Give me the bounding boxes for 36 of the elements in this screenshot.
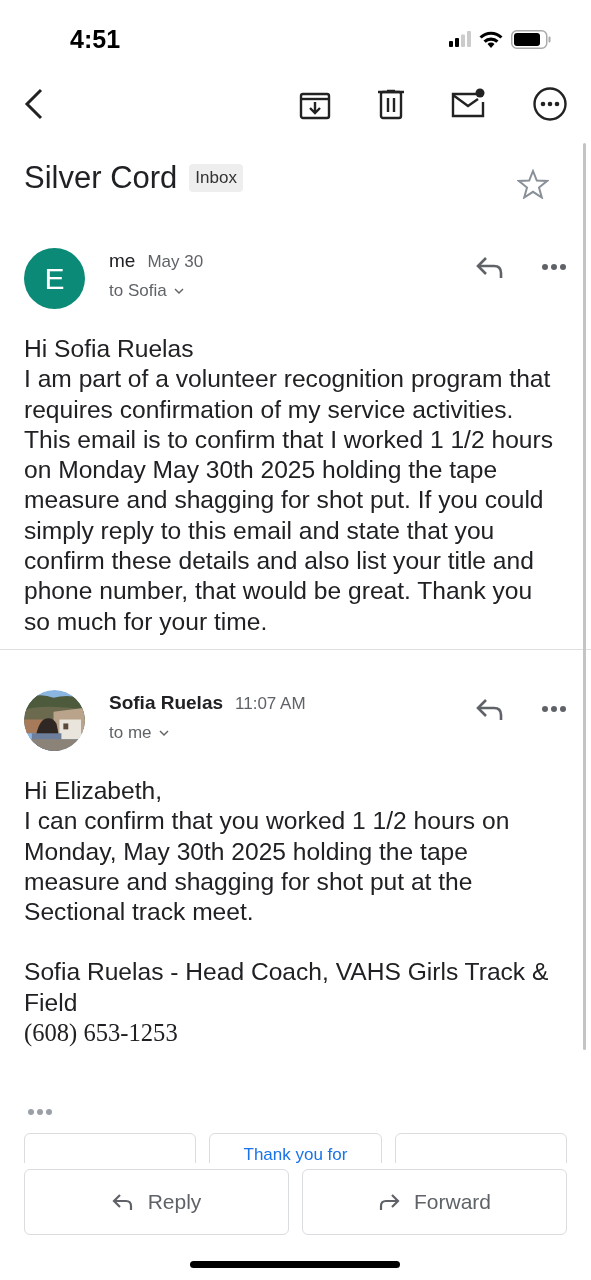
star-button[interactable] bbox=[517, 168, 549, 202]
reply-button[interactable]: Reply bbox=[24, 1169, 289, 1236]
more-button[interactable] bbox=[533, 87, 567, 121]
status-time: 4:51 bbox=[70, 24, 121, 54]
body-text: Hi Sofia Ruelas bbox=[24, 334, 195, 364]
recipient-toggle[interactable]: to Sofia bbox=[109, 281, 204, 301]
more-button[interactable] bbox=[541, 704, 567, 713]
sender-name: Sofia Ruelas bbox=[109, 691, 224, 714]
ellipsis-icon bbox=[27, 1108, 55, 1117]
chevron-down-icon bbox=[157, 728, 170, 737]
signal-icon bbox=[449, 31, 471, 47]
inbox-label: Inbox bbox=[189, 164, 243, 192]
body-text: Hi Elizabeth, bbox=[24, 775, 164, 806]
signature-phone: (608) 653-1253 bbox=[24, 1018, 179, 1049]
battery-icon bbox=[511, 29, 551, 49]
more-button[interactable] bbox=[541, 263, 567, 271]
forward-button[interactable]: Forward bbox=[302, 1169, 567, 1236]
chevron-down-icon bbox=[172, 287, 185, 295]
sender-avatar: E bbox=[24, 248, 85, 309]
delete-button[interactable] bbox=[377, 88, 405, 120]
forward-icon bbox=[378, 1193, 400, 1212]
smart-reply-chip[interactable]: Thank you for bbox=[209, 1133, 382, 1164]
sender-name: me bbox=[109, 250, 136, 272]
message-date: May 30 bbox=[147, 252, 204, 272]
back-button[interactable] bbox=[24, 88, 44, 120]
message-date: 11:07 AM bbox=[235, 693, 306, 714]
reply-button[interactable] bbox=[475, 696, 505, 721]
wifi-icon bbox=[479, 30, 503, 48]
mark-unread-button[interactable] bbox=[451, 88, 487, 120]
reply-icon bbox=[111, 1193, 134, 1212]
body-text: I can confirm that you worked 1 1/2 hours on Monday, May 30th 2025 holding the tape measure and shagging for shot put at the Sectional track meet. bbox=[24, 806, 511, 928]
body-text: I am part of a volunteer recognition program that requires confirmation of my service activities. This email is to confirm that I worked 1 1/2 hours on Monday May 30th 2025 holding the tape measure and shagging for shot put. If you could simply reply to this email and state that you confirm these details and also list your title and phone number, that would be great. Thank you so much for your time. bbox=[24, 364, 554, 637]
recipient-toggle[interactable]: to me bbox=[109, 722, 306, 743]
reply-button[interactable] bbox=[475, 255, 505, 279]
subject-title: Silver Cord bbox=[24, 160, 178, 196]
body-text: Sofia Ruelas - Head Coach, VAHS Girls Track & Field bbox=[24, 957, 550, 1018]
